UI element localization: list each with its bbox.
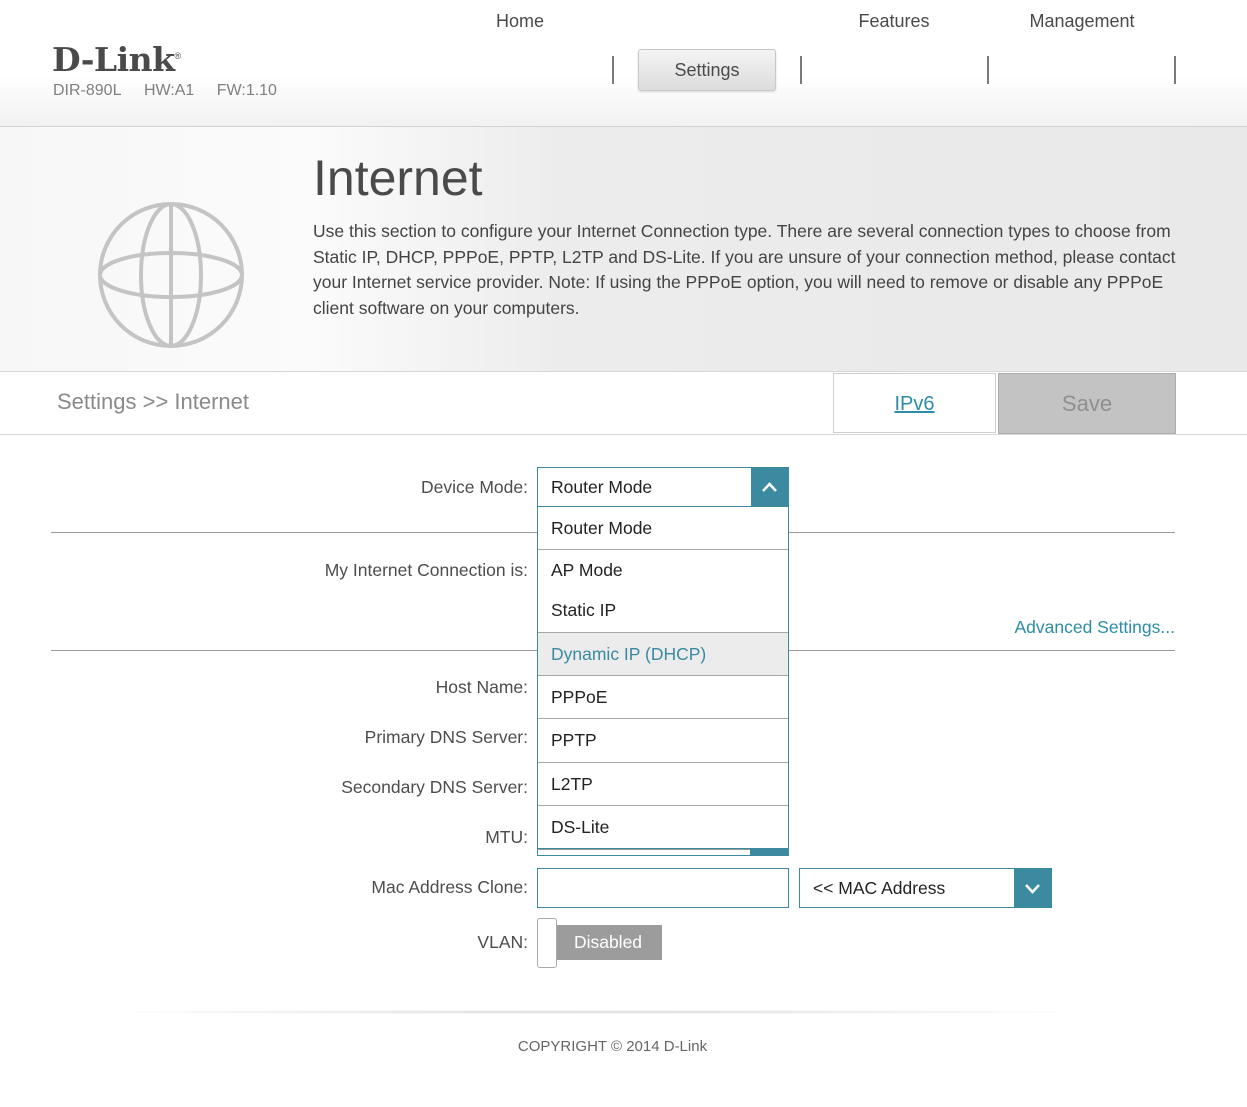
toolbar: Settings >> Internet IPv6 Save [0,372,1247,435]
dlink-logo[interactable]: D-Link® [52,40,181,79]
ipv6-link[interactable]: IPv6 [833,373,996,433]
dropdown-option[interactable]: AP Mode [538,550,788,591]
globe-icon [98,202,244,348]
primary-dns-label: Primary DNS Server: [364,727,528,747]
chevron-up-icon[interactable] [751,468,788,506]
mtu-label: MTU: [485,827,528,847]
breadcrumb: Settings >> Internet [57,389,250,414]
secondary-dns-label: Secondary DNS Server: [341,777,528,797]
device-mode-select[interactable]: Router Mode [537,467,789,507]
toggle-knob[interactable] [537,918,557,968]
mac-address-input[interactable] [537,868,789,908]
vlan-label: VLAN: [477,932,528,952]
dropdown-option[interactable]: L2TP [538,763,788,805]
hardware-version: HW:A1 [143,82,195,99]
device-mode-dropdown-list: Router Mode AP Mode Static IP Dynamic IP… [537,507,789,849]
nav-separator [1174,56,1176,84]
nav-separator [612,56,614,84]
dropdown-option[interactable]: Static IP [538,591,788,632]
nav-settings[interactable]: Settings [638,49,776,91]
save-button[interactable]: Save [998,373,1176,434]
chevron-down-icon[interactable] [1014,869,1051,907]
nav-management[interactable]: Management [1012,0,1152,42]
page-banner: Internet Use this section to configure y… [0,127,1247,372]
logo-registered-mark: ® [174,51,182,61]
mac-address-select[interactable]: << MAC Address [799,868,1052,908]
nav-features[interactable]: Features [834,0,954,42]
nav-separator [987,56,989,84]
nav-separator [800,56,802,84]
dropdown-option[interactable]: PPTP [538,719,788,761]
page-title: Internet [313,150,483,206]
mac-clone-label: Mac Address Clone: [371,877,528,897]
dropdown-option-highlighted[interactable]: Dynamic IP (DHCP) [538,633,788,675]
firmware-version: FW:1.10 [216,82,277,99]
vlan-toggle[interactable]: Disabled [537,918,663,968]
page-description: Use this section to configure your Inter… [313,221,1176,318]
device-mode-label: Device Mode: [421,477,528,497]
vlan-state: Disabled [554,925,662,960]
nav-home[interactable]: Home [470,0,570,42]
dropdown-option[interactable]: DS-Lite [538,806,788,848]
device-mode-value: Router Mode [551,477,653,497]
dropdown-underlay-arrow [750,849,788,856]
device-info: DIR-890L HW:A1 FW:1.10 [53,82,295,100]
logo-text: D-Link [52,40,175,79]
mac-address-select-value: << MAC Address [813,878,946,898]
connection-type-label: My Internet Connection is: [324,560,528,580]
model-number: DIR-890L [53,82,122,99]
dropdown-option[interactable]: Router Mode [538,507,788,549]
advanced-settings-link[interactable]: Advanced Settings... [1014,617,1175,638]
host-name-label: Host Name: [435,677,528,697]
dropdown-option[interactable]: PPPoE [538,676,788,718]
footer-divider [80,1010,1110,1014]
copyright: COPYRIGHT © 2014 D-Link [517,1038,708,1055]
top-header: D-Link® DIR-890L HW:A1 FW:1.10 Home Sett… [0,0,1247,127]
